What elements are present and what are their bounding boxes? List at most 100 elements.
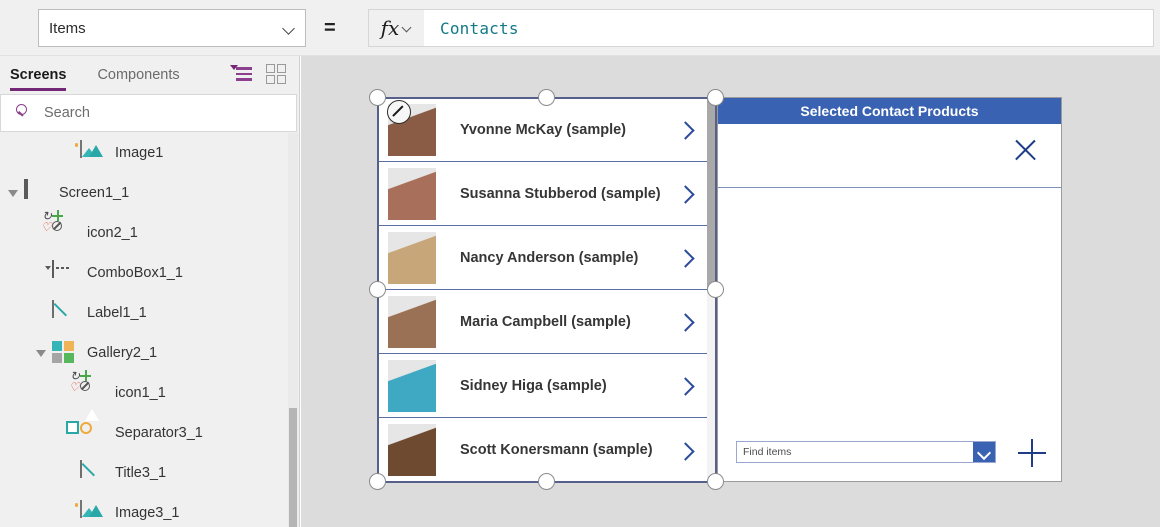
tree-item-label: ComboBox1_1 bbox=[87, 265, 183, 281]
tree-item-label: Image1 bbox=[115, 145, 164, 161]
left-panel-scrollbar[interactable] bbox=[288, 133, 298, 527]
search-input[interactable]: Search bbox=[0, 94, 297, 132]
tree-item-label: Title3_1 bbox=[115, 465, 167, 481]
resize-handle-bottom-left[interactable] bbox=[369, 473, 386, 490]
chevron-down-icon[interactable] bbox=[973, 442, 995, 462]
tree-item-label: icon1_1 bbox=[115, 385, 166, 401]
resize-handle-middle-right[interactable] bbox=[707, 281, 724, 298]
resize-handle-top-right[interactable] bbox=[707, 89, 724, 106]
gallery-item[interactable]: Susanna Stubberod (sample) bbox=[378, 162, 716, 226]
tab-components[interactable]: Components bbox=[97, 56, 179, 94]
combobox-icon bbox=[45, 260, 78, 285]
avatar bbox=[388, 295, 436, 348]
gallery-item[interactable]: Nancy Anderson (sample) bbox=[378, 226, 716, 290]
tree-item-title3_1[interactable]: Title3_1 bbox=[0, 453, 300, 493]
tree-item-label: Gallery2_1 bbox=[87, 345, 158, 361]
scrollbar-thumb[interactable] bbox=[289, 408, 297, 527]
chevron-right-icon[interactable] bbox=[677, 185, 694, 202]
tree-item-combobox1_1[interactable]: ComboBox1_1 bbox=[0, 253, 300, 293]
selected-contact-products-panel: Selected Contact Products Find items bbox=[717, 97, 1062, 482]
tree-item-label1_1[interactable]: Label1_1 bbox=[0, 293, 300, 333]
gallery-item[interactable]: Maria Campbell (sample) bbox=[378, 290, 716, 354]
avatar bbox=[388, 359, 436, 412]
chevron-down-icon bbox=[283, 22, 295, 34]
tree-item-gallery2_1[interactable]: Gallery2_1 bbox=[0, 333, 300, 373]
expander-collapse-icon[interactable] bbox=[8, 189, 18, 197]
avatar bbox=[388, 424, 436, 476]
gallery-icon bbox=[52, 341, 78, 365]
tree-item-icon2_1[interactable]: ♡ ↻ icon2_1 bbox=[0, 210, 300, 253]
panel-tabs: Screens Components bbox=[0, 56, 300, 94]
resize-handle-top-center[interactable] bbox=[538, 89, 555, 106]
chevron-right-icon[interactable] bbox=[677, 377, 694, 394]
gallery-item-name: Scott Konersmann (sample) bbox=[460, 442, 653, 458]
image-icon bbox=[74, 500, 106, 525]
equals-sign: = bbox=[324, 17, 336, 39]
search-placeholder: Search bbox=[44, 105, 90, 121]
resize-handle-bottom-right[interactable] bbox=[707, 473, 724, 490]
resize-handle-top-left[interactable] bbox=[369, 89, 386, 106]
panel-divider bbox=[718, 187, 1061, 188]
tree-item-label: Screen1_1 bbox=[59, 185, 130, 201]
avatar bbox=[388, 231, 436, 284]
resize-handle-middle-left[interactable] bbox=[369, 281, 386, 298]
formula-value: Contacts bbox=[440, 18, 519, 38]
close-x-icon[interactable] bbox=[1012, 136, 1039, 163]
gallery-item-name: Maria Campbell (sample) bbox=[460, 313, 631, 330]
gallery-item[interactable]: Scott Konersmann (sample) bbox=[378, 418, 716, 481]
formula-input[interactable]: Contacts bbox=[424, 9, 1154, 47]
chevron-down-icon bbox=[402, 23, 412, 33]
formula-bar: Items = fx Contacts bbox=[0, 0, 1160, 56]
tree-item-label: Label1_1 bbox=[87, 305, 147, 321]
screen-tree: Image1 Screen1_1 ♡ ↻ icon2_1 ComboBox1_1 Label… bbox=[0, 133, 300, 527]
gallery-item-name: Nancy Anderson (sample) bbox=[460, 249, 639, 266]
tree-item-image3_1[interactable]: Image3_1 bbox=[0, 493, 300, 527]
chevron-right-icon[interactable] bbox=[677, 442, 694, 459]
chevron-right-icon[interactable] bbox=[677, 249, 694, 266]
grid-view-icon[interactable] bbox=[266, 64, 286, 84]
avatar bbox=[388, 167, 436, 220]
tree-item-separator3_1[interactable]: Separator3_1 bbox=[0, 408, 300, 453]
tree-item-label: Image3_1 bbox=[115, 505, 180, 521]
tab-components-label: Components bbox=[97, 67, 180, 83]
tree-item-label: Separator3_1 bbox=[115, 425, 203, 441]
chevron-right-icon[interactable] bbox=[677, 121, 694, 138]
label-icon bbox=[52, 300, 78, 325]
gallery-control[interactable]: Yvonne McKay (sample) Susanna Stubberod (… bbox=[377, 97, 717, 482]
panel-title: Selected Contact Products bbox=[718, 98, 1061, 124]
view-toggle-group bbox=[230, 64, 286, 84]
left-panel: Screens Components Search Image1 Screen1_… bbox=[0, 56, 300, 527]
find-items-placeholder: Find items bbox=[743, 446, 792, 458]
tab-screens-label: Screens bbox=[10, 67, 67, 83]
canvas-area: Yvonne McKay (sample) Susanna Stubberod (… bbox=[301, 56, 1160, 527]
image-icon bbox=[74, 140, 106, 165]
property-select-label: Items bbox=[49, 19, 86, 37]
gallery-item[interactable]: Yvonne McKay (sample) bbox=[378, 98, 716, 162]
icon-set-icon: ♡ ↻ bbox=[41, 210, 78, 245]
tree-view-icon[interactable] bbox=[230, 64, 252, 84]
gallery-item-name: Susanna Stubberod (sample) bbox=[460, 185, 661, 202]
icon-set-icon: ♡ ↻ bbox=[69, 370, 106, 405]
resize-handle-bottom-center[interactable] bbox=[538, 473, 555, 490]
find-items-combobox[interactable]: Find items bbox=[736, 441, 996, 463]
chevron-right-icon[interactable] bbox=[677, 313, 694, 330]
tree-item-icon1_1[interactable]: ♡ ↻ icon1_1 bbox=[0, 370, 300, 413]
gallery-rows: Yvonne McKay (sample) Susanna Stubberod (… bbox=[378, 98, 716, 481]
gallery-item-name: Sidney Higa (sample) bbox=[460, 377, 607, 394]
expander-collapse-icon[interactable] bbox=[36, 349, 46, 357]
tree-item-label: icon2_1 bbox=[87, 225, 138, 241]
label-icon bbox=[80, 460, 106, 485]
plus-icon[interactable] bbox=[1018, 439, 1046, 467]
tree-item-image1[interactable]: Image1 bbox=[0, 133, 300, 173]
fx-icon: fx bbox=[380, 16, 400, 40]
tree-item-screen1_1[interactable]: Screen1_1 bbox=[0, 173, 300, 213]
edit-pencil-icon[interactable] bbox=[387, 100, 411, 124]
screen-icon bbox=[24, 179, 50, 205]
search-icon bbox=[15, 104, 33, 122]
gallery-item[interactable]: Sidney Higa (sample) bbox=[378, 354, 716, 418]
property-select[interactable]: Items bbox=[38, 9, 306, 47]
power-apps-studio: Items = fx Contacts Screens Components S… bbox=[0, 0, 1160, 527]
shapes-icon bbox=[66, 408, 106, 445]
tab-screens[interactable]: Screens bbox=[10, 56, 67, 94]
fx-button[interactable]: fx bbox=[368, 9, 424, 47]
